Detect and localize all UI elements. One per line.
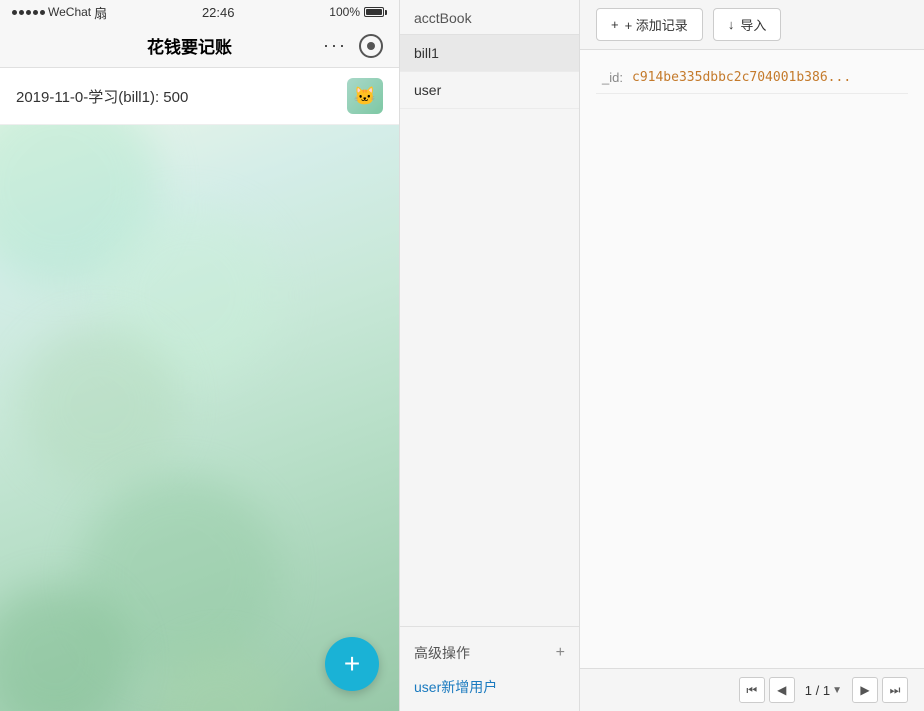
avatar: 🐱: [347, 78, 383, 114]
chevron-down-icon: ▼: [832, 685, 842, 696]
next-page-button[interactable]: ▶: [852, 677, 878, 703]
acctbook-header: acctBook: [400, 0, 579, 35]
app-titlebar: 花钱要记账 ···: [0, 24, 399, 68]
field-id-label: _id:: [602, 70, 632, 85]
phone-content: [0, 125, 399, 711]
status-left: WeChat 扇: [12, 3, 107, 22]
entry-row: 2019-11-0-学习(bill1): 500 🐱: [0, 68, 399, 125]
prev-page-icon: ◀: [777, 683, 786, 697]
acctbook-footer: 高级操作 + user新增用户: [400, 626, 579, 711]
status-bar: WeChat 扇 22:46 100%: [0, 0, 399, 24]
add-record-label: + 添加记录: [625, 15, 688, 34]
add-record-icon: +: [611, 17, 619, 32]
acctbook-items: bill1 user: [400, 35, 579, 626]
wechat-label: WeChat: [48, 5, 91, 19]
last-page-icon: ⏭: [890, 683, 901, 698]
page-display: 1 / 1: [805, 683, 830, 698]
data-content: _id: c914be335dbbc2c704001b386...: [580, 50, 924, 668]
data-toolbar: + + 添加记录 ↓ 导入: [580, 0, 924, 50]
acctbook-item-user[interactable]: user: [400, 72, 579, 109]
next-page-icon: ▶: [860, 683, 869, 697]
record-row: _id: c914be335dbbc2c704001b386...: [596, 62, 908, 94]
advanced-ops-plus-icon: +: [556, 644, 565, 662]
data-panel: + + 添加记录 ↓ 导入 _id: c914be335dbbc2c704001…: [580, 0, 924, 711]
fab-button[interactable]: +: [325, 637, 379, 691]
prev-page-button[interactable]: ◀: [769, 677, 795, 703]
battery-icon: [364, 7, 387, 17]
add-record-button[interactable]: + + 添加记录: [596, 8, 703, 41]
data-pagination: ⏮ ◀ 1 / 1 ▼ ▶ ⏭: [580, 668, 924, 711]
page-info: 1 / 1 ▼: [799, 683, 848, 698]
signal-dots: [12, 10, 45, 15]
battery-area: 100%: [329, 5, 387, 19]
import-button[interactable]: ↓ 导入: [713, 8, 782, 41]
acctbook-item-bill1[interactable]: bill1: [400, 35, 579, 72]
advanced-ops-section[interactable]: 高级操作 +: [414, 635, 565, 671]
page-dropdown[interactable]: 1 / 1 ▼: [805, 683, 842, 698]
first-page-button[interactable]: ⏮: [739, 677, 765, 703]
app-title: 花钱要记账: [147, 33, 232, 58]
phone-panel: WeChat 扇 22:46 100% 花钱要记账 ··· 2019-11-0-…: [0, 0, 400, 711]
add-user-button[interactable]: user新增用户: [414, 671, 565, 703]
more-dots-icon[interactable]: ···: [323, 35, 347, 56]
import-label: 导入: [740, 15, 766, 34]
first-page-icon: ⏮: [746, 683, 757, 698]
record-icon[interactable]: [359, 34, 383, 58]
entry-text: 2019-11-0-学习(bill1): 500: [16, 86, 339, 107]
last-page-button[interactable]: ⏭: [882, 677, 908, 703]
import-icon: ↓: [728, 17, 735, 32]
titlebar-icons: ···: [323, 34, 383, 58]
time-display: 22:46: [202, 5, 235, 20]
wifi-icon: 扇: [94, 3, 107, 22]
plus-icon: +: [344, 650, 360, 678]
advanced-ops-label: 高级操作: [414, 643, 470, 663]
field-id-value: c914be335dbbc2c704001b386...: [632, 70, 851, 85]
acctbook-panel: acctBook bill1 user 高级操作 + user新增用户: [400, 0, 580, 711]
battery-pct: 100%: [329, 5, 360, 19]
